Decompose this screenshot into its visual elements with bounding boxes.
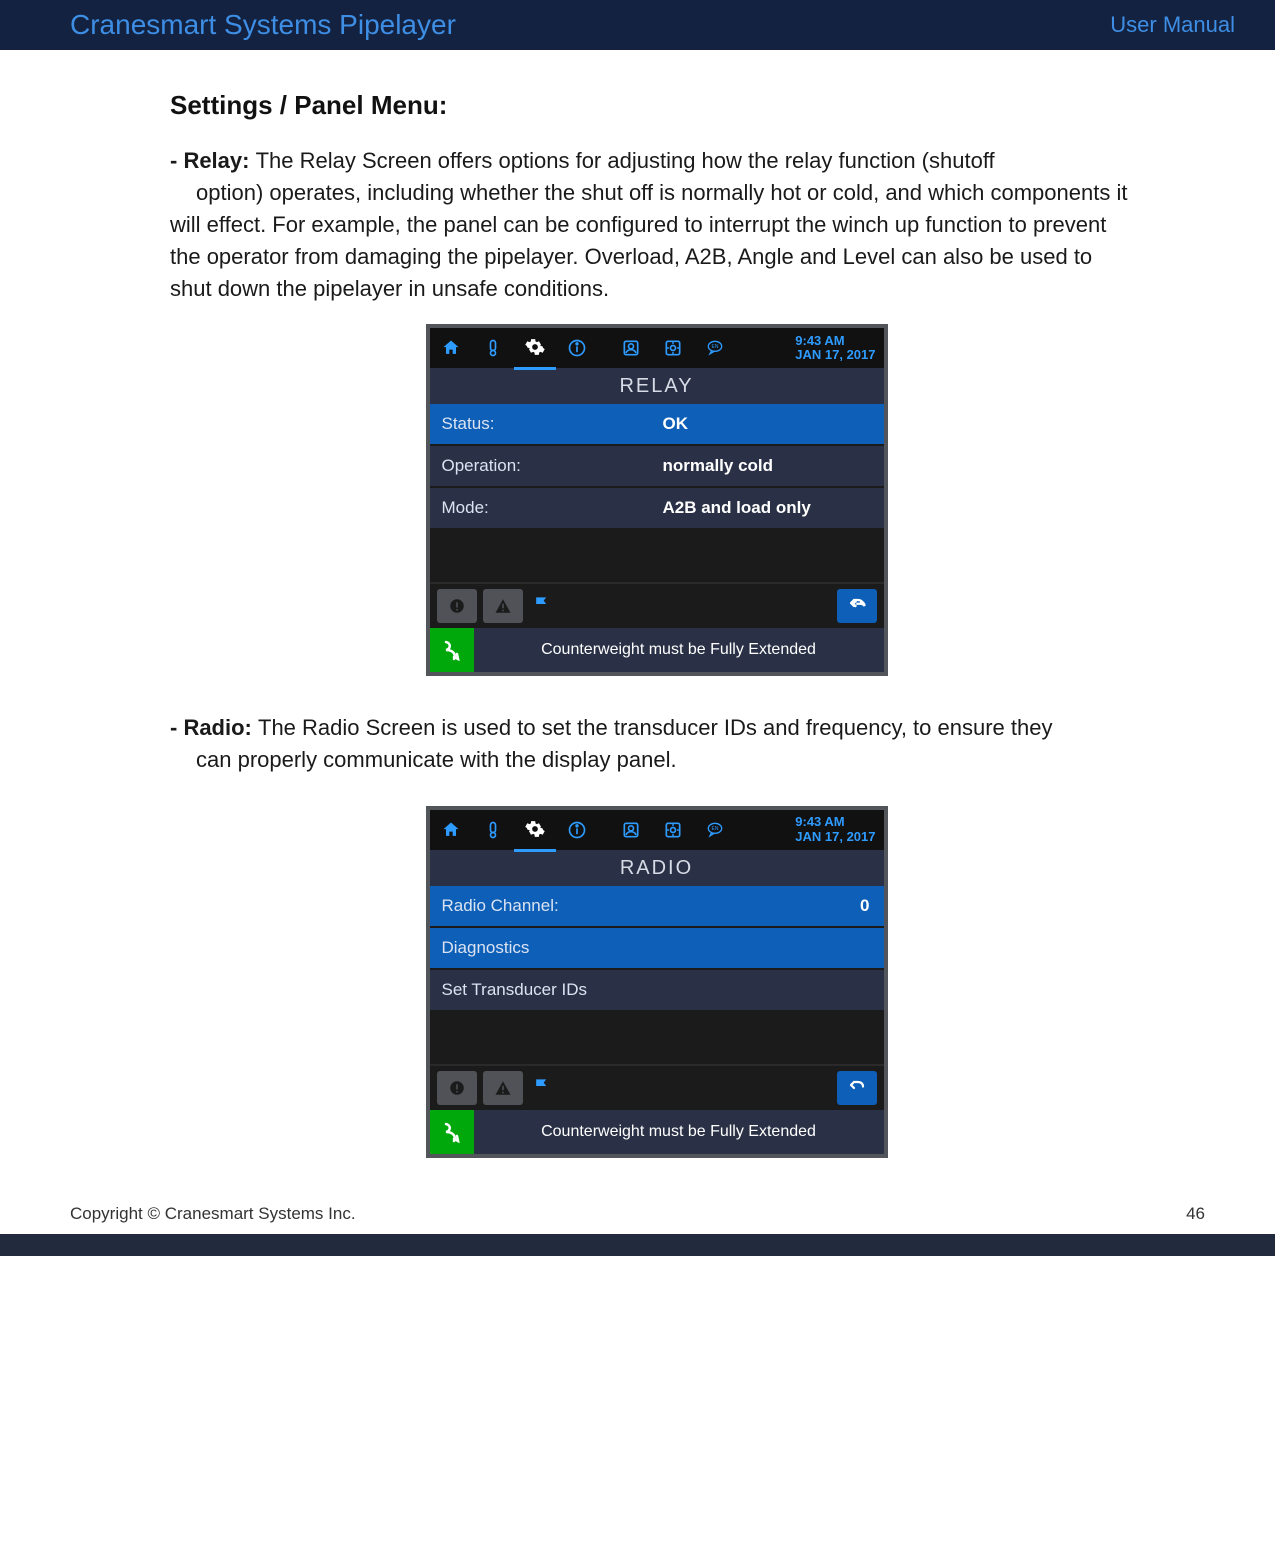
radio-bottombar bbox=[430, 1064, 884, 1110]
temperature-icon[interactable] bbox=[472, 810, 514, 850]
brightness-icon[interactable] bbox=[652, 328, 694, 368]
profile-icon[interactable] bbox=[610, 328, 652, 368]
radio-panel-title: RADIO bbox=[430, 850, 884, 886]
radio-topbar: EN 9:43 AM JAN 17, 2017 bbox=[430, 810, 884, 850]
mode-label: Mode: bbox=[442, 498, 663, 518]
cancel-warning-button[interactable] bbox=[437, 589, 477, 623]
settings-gear-icon[interactable] bbox=[514, 809, 556, 852]
status-value: OK bbox=[663, 414, 884, 434]
date-text: JAN 17, 2017 bbox=[795, 348, 875, 363]
cancel-warning-button[interactable] bbox=[437, 1071, 477, 1105]
relay-body-first: The Relay Screen offers options for adju… bbox=[256, 148, 995, 173]
relay-bottombar bbox=[430, 582, 884, 628]
doc-title: Cranesmart Systems Pipelayer bbox=[70, 9, 456, 41]
radio-body-first: The Radio Screen is used to set the tran… bbox=[258, 715, 1052, 740]
document-header: Cranesmart Systems Pipelayer User Manual bbox=[0, 0, 1275, 50]
diagnostics-label: Diagnostics bbox=[442, 938, 530, 958]
operation-label: Operation: bbox=[442, 456, 663, 476]
panel-gap bbox=[430, 530, 884, 582]
language-icon[interactable]: EN bbox=[694, 810, 736, 850]
date-text: JAN 17, 2017 bbox=[795, 830, 875, 845]
clock-readout: 9:43 AM JAN 17, 2017 bbox=[795, 815, 875, 845]
relay-panel-title: RELAY bbox=[430, 368, 884, 404]
mode-value: A2B and load only bbox=[663, 498, 884, 518]
clock-readout: 9:43 AM JAN 17, 2017 bbox=[795, 334, 875, 364]
brightness-icon[interactable] bbox=[652, 810, 694, 850]
alert-triangle-button[interactable] bbox=[483, 589, 523, 623]
back-button[interactable] bbox=[837, 589, 877, 623]
status-label: Status: bbox=[442, 414, 663, 434]
alert-triangle-button[interactable] bbox=[483, 1071, 523, 1105]
relay-body-rest: option) operates, including whether the … bbox=[170, 180, 1127, 301]
status-row[interactable]: Status: OK bbox=[430, 404, 884, 446]
panel-gap bbox=[430, 1012, 884, 1064]
radio-channel-value: 0 bbox=[860, 896, 869, 916]
home-icon[interactable] bbox=[430, 328, 472, 368]
set-transducer-ids-label: Set Transducer IDs bbox=[442, 980, 588, 1000]
copyright-text: Copyright © Cranesmart Systems Inc. bbox=[70, 1204, 356, 1224]
relay-panel: EN 9:43 AM JAN 17, 2017 RELAY Status: OK… bbox=[426, 324, 888, 676]
radio-body-rest: can properly communicate with the displa… bbox=[196, 747, 677, 772]
temperature-icon[interactable] bbox=[472, 328, 514, 368]
mode-row[interactable]: Mode: A2B and load only bbox=[430, 488, 884, 530]
relay-lead: - Relay: bbox=[170, 148, 256, 173]
time-text: 9:43 AM bbox=[795, 334, 875, 349]
settings-gear-icon[interactable] bbox=[514, 327, 556, 370]
language-icon[interactable]: EN bbox=[694, 328, 736, 368]
operation-row[interactable]: Operation: normally cold bbox=[430, 446, 884, 488]
relay-topbar: EN 9:43 AM JAN 17, 2017 bbox=[430, 328, 884, 368]
logo-icon bbox=[430, 628, 474, 672]
flag-icon[interactable] bbox=[532, 594, 552, 619]
status-message: Counterweight must be Fully Extended bbox=[474, 1123, 884, 1141]
flag-icon[interactable] bbox=[532, 1076, 552, 1101]
page-number: 46 bbox=[1186, 1204, 1205, 1224]
radio-lead: - Radio: bbox=[170, 715, 258, 740]
profile-icon[interactable] bbox=[610, 810, 652, 850]
radio-statusbar: Counterweight must be Fully Extended bbox=[430, 1110, 884, 1154]
info-icon[interactable] bbox=[556, 328, 598, 368]
page-footer: Copyright © Cranesmart Systems Inc. 46 bbox=[0, 1204, 1275, 1234]
section-heading: Settings / Panel Menu: bbox=[170, 90, 1135, 121]
svg-text:EN: EN bbox=[711, 344, 718, 350]
operation-value: normally cold bbox=[663, 456, 884, 476]
diagnostics-row[interactable]: Diagnostics bbox=[430, 928, 884, 970]
info-icon[interactable] bbox=[556, 810, 598, 850]
time-text: 9:43 AM bbox=[795, 815, 875, 830]
radio-channel-label: Radio Channel: bbox=[442, 896, 861, 916]
radio-channel-row[interactable]: Radio Channel: 0 bbox=[430, 886, 884, 928]
radio-panel: EN 9:43 AM JAN 17, 2017 RADIO Radio Chan… bbox=[426, 806, 888, 1158]
back-button[interactable] bbox=[837, 1071, 877, 1105]
doc-header-right: User Manual bbox=[1110, 12, 1235, 38]
set-transducer-ids-row[interactable]: Set Transducer IDs bbox=[430, 970, 884, 1012]
logo-icon bbox=[430, 1110, 474, 1154]
svg-text:EN: EN bbox=[711, 826, 718, 832]
relay-statusbar: Counterweight must be Fully Extended bbox=[430, 628, 884, 672]
home-icon[interactable] bbox=[430, 810, 472, 850]
radio-paragraph: - Radio: The Radio Screen is used to set… bbox=[170, 712, 1135, 776]
relay-paragraph: - Relay: The Relay Screen offers options… bbox=[170, 145, 1135, 304]
status-message: Counterweight must be Fully Extended bbox=[474, 641, 884, 659]
footer-bar bbox=[0, 1234, 1275, 1256]
